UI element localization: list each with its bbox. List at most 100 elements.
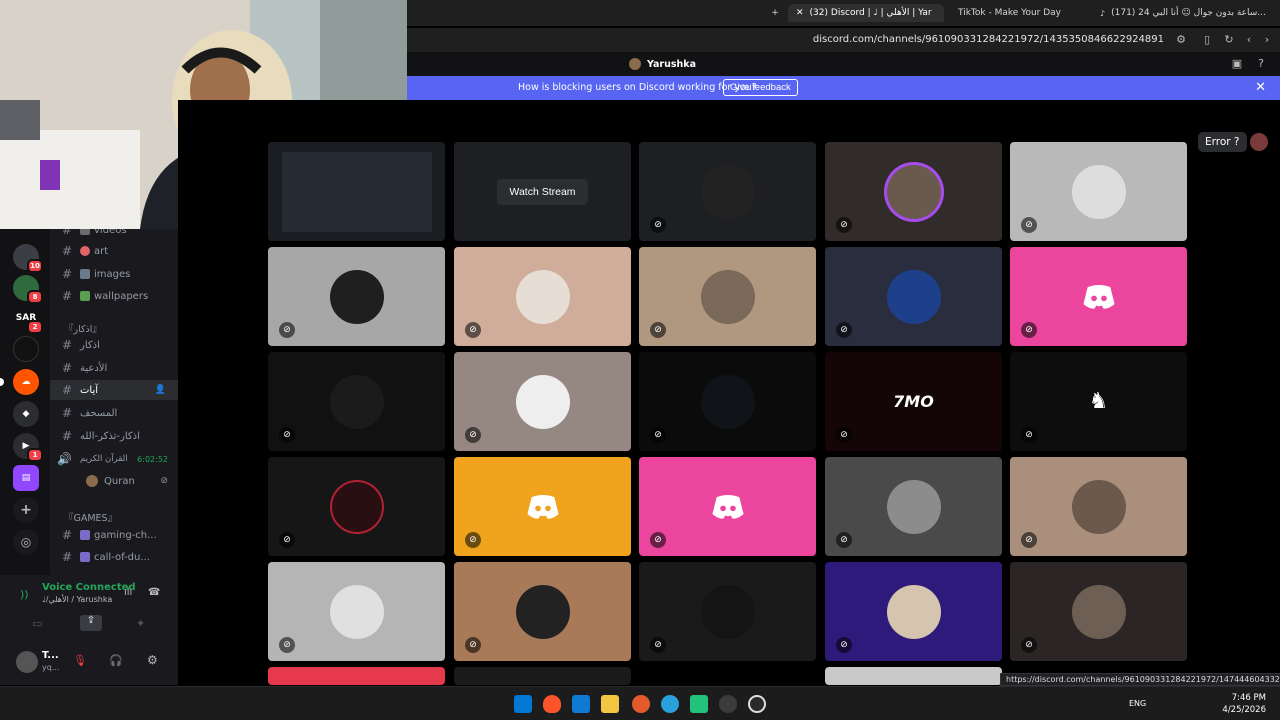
tab-youtube[interactable]: ♪ (171) 24 ساعة بدون جوال ☺ أنا البي... [1092,4,1272,22]
server-icon[interactable] [13,336,39,362]
video-tile[interactable]: ⊘ [825,142,1002,241]
noise-suppression-icon[interactable]: ılı [124,587,132,598]
brave-icon[interactable] [543,695,561,713]
category-header[interactable]: 『اذكار』 [64,321,102,335]
video-tile[interactable]: ⊘ [454,562,631,661]
video-tile[interactable]: ⊘ [454,457,631,556]
channel-ayat[interactable]: # آيات 👤 [50,380,178,400]
headphones-icon[interactable]: 🎧 [109,654,123,667]
disconnect-icon[interactable]: ☎ [148,587,160,598]
url-text[interactable]: discord.com/channels/961090331284221972/… [813,34,1164,45]
video-tile[interactable]: ⊘ [1010,562,1187,661]
add-member-icon[interactable]: 👤 [155,385,166,395]
language-indicator[interactable]: ENG [1129,699,1146,708]
unread-indicator [0,378,4,386]
close-icon[interactable]: ✕ [1255,80,1266,95]
video-tile[interactable]: ⊘ [639,457,816,556]
channel-mushaf[interactable]: # المسحف [50,403,178,423]
video-tile[interactable]: ⊘ [825,562,1002,661]
vscode-icon[interactable] [572,695,590,713]
channel-remember-allah[interactable]: # اذكار-تذكر-الله [50,426,178,446]
avatar[interactable] [1250,133,1268,151]
video-tile[interactable]: ⊘ [1010,457,1187,556]
voice-user[interactable]: Quran ⊘ [50,471,178,491]
screen-share-icon[interactable]: ⇪ [80,615,102,631]
forward-icon[interactable]: › [1260,33,1274,47]
server-icon[interactable]: ◆ [13,401,39,427]
video-tile[interactable]: ⊘ [825,457,1002,556]
category-header[interactable]: 『GAMES』 [64,510,117,524]
windows-start-icon[interactable] [514,695,532,713]
video-tile[interactable]: ⊘ [454,247,631,346]
channel-videos[interactable]: # videos [50,229,178,240]
add-server-icon[interactable]: + [13,497,39,523]
channel-call-of-duty[interactable]: # call-of-du... [50,547,178,567]
server-icon[interactable]: 8 [13,275,43,304]
back-icon[interactable]: ‹ [1242,33,1256,47]
video-tile[interactable] [825,667,1002,685]
avatar[interactable] [16,651,38,673]
channel-images[interactable]: # images [50,264,178,284]
channel-wallpapers[interactable]: # wallpapers [50,286,178,306]
give-feedback-button[interactable]: Give feedback [723,79,798,96]
bookmark-icon[interactable]: ▯ [1200,33,1214,47]
channel-duas[interactable]: # الأدعية [50,358,178,378]
video-tile[interactable]: ♞ ⊘ [1010,352,1187,451]
voice-channel-quran[interactable]: 🔊 القرآن الكريم 6:02:52 [50,449,178,469]
video-tile[interactable]: ⊘ [639,142,816,241]
address-bar[interactable]: discord.com/channels/961090331284221972/… [407,28,1280,52]
video-tile[interactable]: ⊘ [1010,247,1187,346]
video-tile[interactable]: ⊘ [454,352,631,451]
app-icon[interactable] [748,695,766,713]
channel-adhkar[interactable]: # اذكار [50,335,178,355]
close-icon[interactable]: ✕ [796,8,804,18]
server-icon[interactable]: 10 [13,244,43,273]
video-tile[interactable]: ⊘ [639,352,816,451]
mute-icon[interactable]: 🎙 [73,654,87,667]
channel-gaming[interactable]: # gaming-ch... [50,525,178,545]
inbox-icon[interactable]: ▣ [1230,57,1244,71]
video-tile[interactable] [454,667,631,685]
video-tile[interactable]: ⊘ [268,352,445,451]
video-tile[interactable] [268,667,445,685]
video-tile[interactable] [268,142,445,241]
new-tab-button[interactable]: + [768,4,782,22]
app-icon[interactable] [690,695,708,713]
channel-art[interactable]: # art [50,241,178,261]
activities-icon[interactable]: ✦ [136,617,145,630]
video-tile[interactable]: ⊘ [639,562,816,661]
signal-icon[interactable]: )) [20,588,29,601]
settings-icon[interactable]: ⚙ [147,653,158,667]
video-tile[interactable]: ⊘ [1010,142,1187,241]
site-settings-icon[interactable]: ⚙ [1174,33,1188,47]
play-icon[interactable]: ▶ 1 [13,433,43,462]
reload-icon[interactable]: ↻ [1222,33,1236,47]
app-icon[interactable] [632,695,650,713]
username[interactable]: T... [42,650,59,661]
help-icon[interactable]: ? [1254,57,1268,71]
camera-icon[interactable]: ▭ [32,617,42,630]
watch-stream-button[interactable]: Watch Stream [497,178,588,205]
mute-icon: ⊘ [836,637,852,653]
clock[interactable]: 7:46 PM 4/25/2026 [1222,692,1266,716]
video-tile[interactable]: ⊘ [268,247,445,346]
video-tile[interactable]: ⊘ [268,457,445,556]
stream-tile[interactable]: Watch Stream [454,142,631,241]
mute-icon: ⊘ [836,217,852,233]
error-button[interactable]: Error ? [1198,132,1247,152]
tab-discord[interactable]: ✕ (32) Discord | ♩ | الأهلي | Yar [788,4,944,22]
soundcloud-icon[interactable]: ☁ [13,369,39,395]
video-tile[interactable]: 7MO ⊘ [825,352,1002,451]
voice-channel-name[interactable]: ♩/الأهلي / Yarushka [42,595,112,604]
file-explorer-icon[interactable] [601,695,619,713]
twitch-icon[interactable]: ▤ [13,465,39,491]
tab-tiktok[interactable]: TikTok - Make Your Day [950,4,1070,22]
voice-status[interactable]: Voice Connected [42,582,136,593]
explore-icon[interactable]: ◎ [13,529,39,555]
video-tile[interactable]: ⊘ [268,562,445,661]
server-sar[interactable]: SAR 2 [13,305,43,334]
obs-icon[interactable] [719,695,737,713]
video-tile[interactable]: ⊘ [639,247,816,346]
video-tile[interactable]: ⊘ [825,247,1002,346]
telegram-icon[interactable] [661,695,679,713]
